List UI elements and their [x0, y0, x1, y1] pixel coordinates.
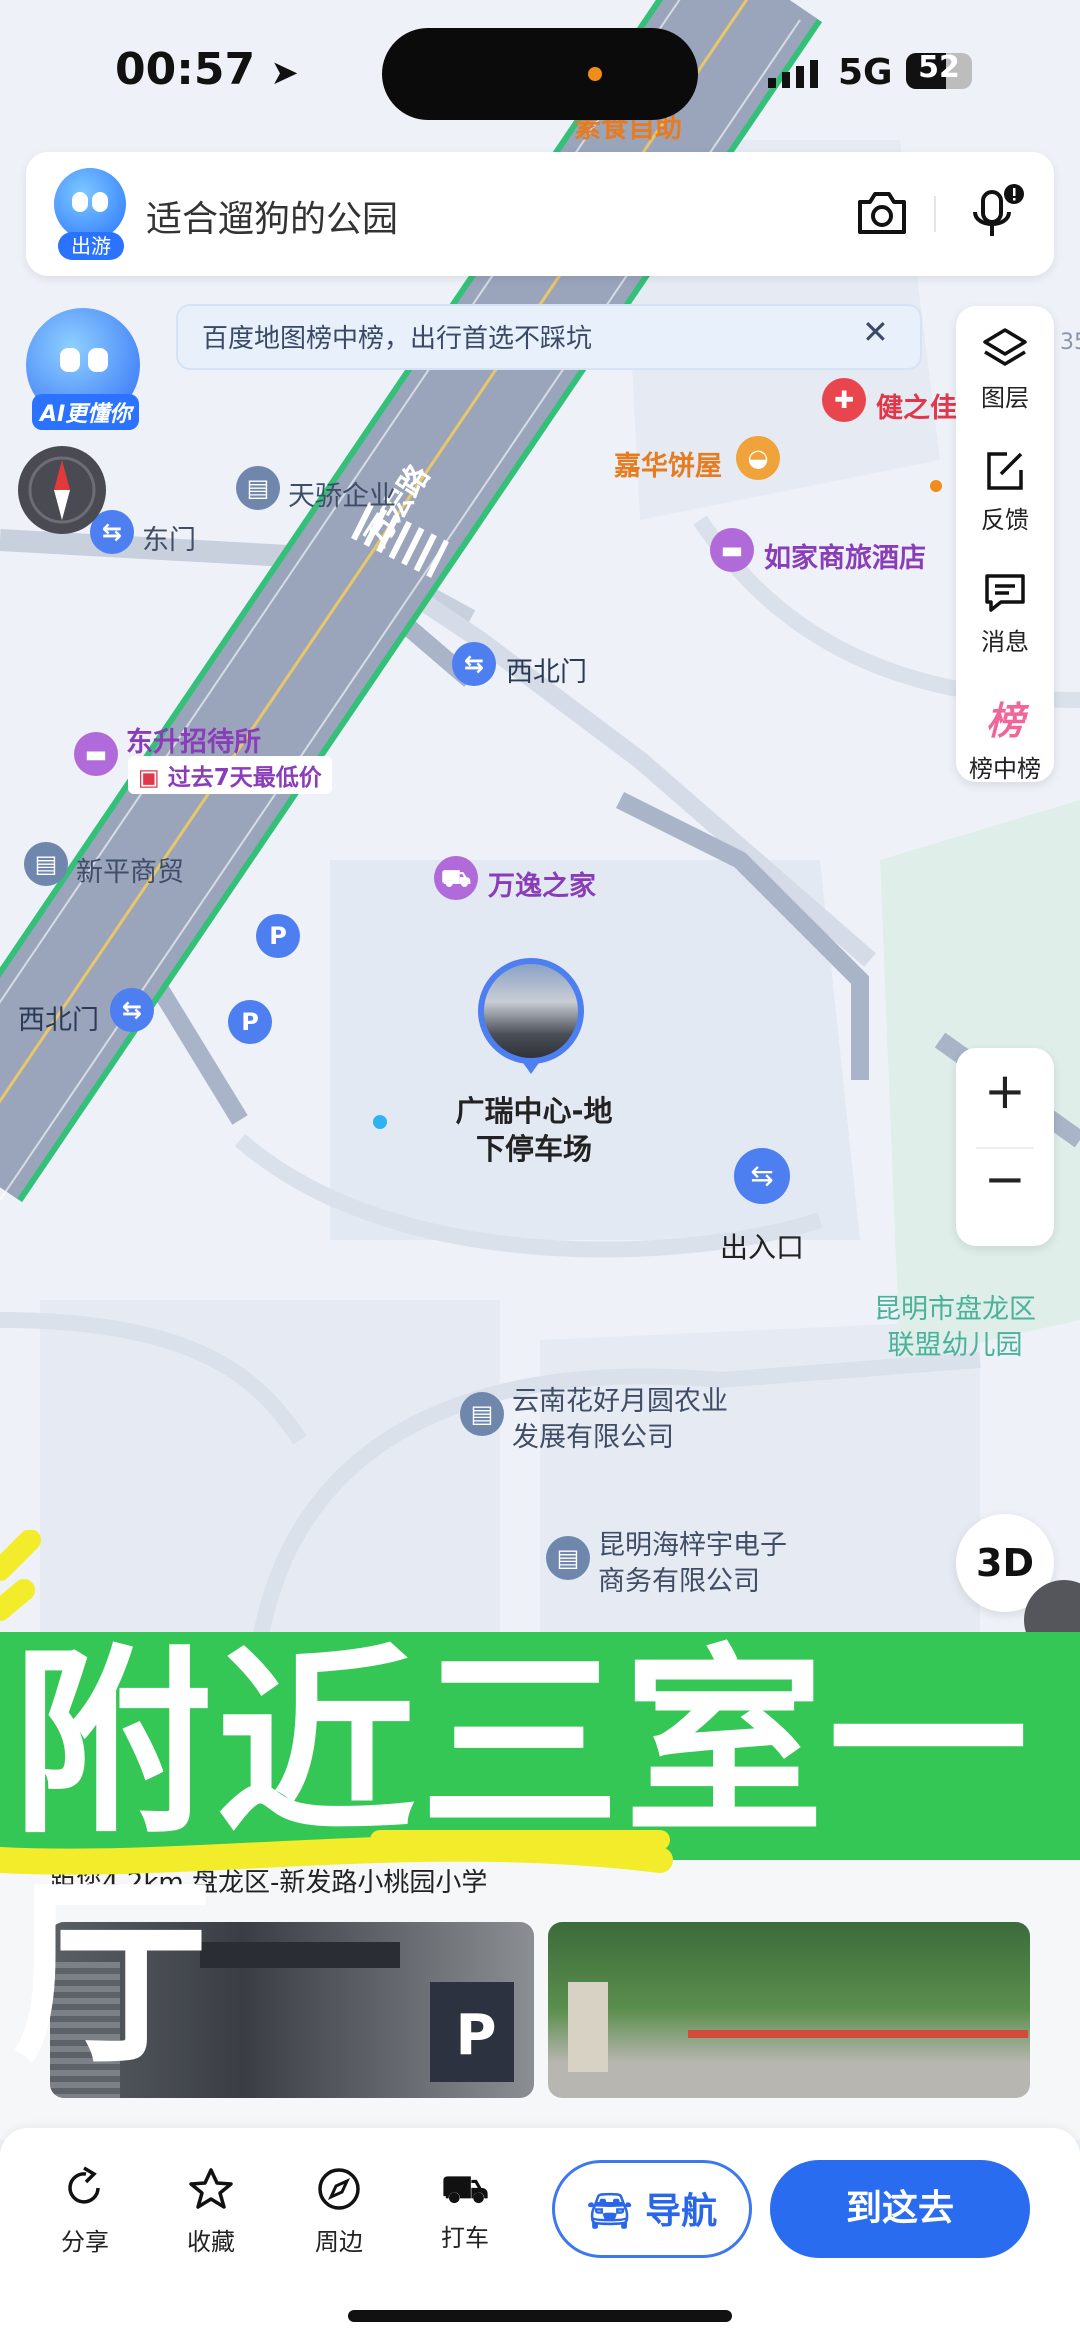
yunnan-line2: 发展有限公司 — [512, 1422, 674, 1453]
message-icon — [985, 574, 1025, 612]
navigate-label: 导航 — [645, 2191, 718, 2232]
travel-mascot-icon[interactable] — [54, 168, 126, 240]
poi-xinping[interactable]: 新平商贸 — [76, 850, 184, 889]
rankings-label: 榜中榜 — [969, 755, 1041, 783]
location-arrow-icon: ➤ — [270, 53, 299, 93]
status-time: 00:57 ➤ — [115, 44, 299, 95]
feedback-label: 反馈 — [981, 506, 1029, 534]
hotel-pin-icon[interactable]: ▬ — [710, 528, 754, 572]
favorite-label: 收藏 — [187, 2228, 235, 2256]
marker-tail — [521, 1060, 541, 1074]
rankings-button[interactable]: 榜 榜中榜 — [956, 690, 1054, 784]
selected-poi-name-line1: 广瑞中心-地 — [455, 1094, 613, 1128]
poi-kindergarten[interactable]: 昆明市盘龙区 联盟幼儿园 — [874, 1292, 1036, 1364]
notice-text: 百度地图榜中榜，出行首选不踩坑 — [202, 324, 593, 354]
kindergarten-line2: 联盟幼儿园 — [887, 1330, 1023, 1361]
layers-label: 图层 — [981, 384, 1029, 412]
selected-poi-label[interactable]: 广瑞中心-地 下停车场 — [446, 1092, 622, 1168]
selected-poi-name-line2: 下停车场 — [475, 1132, 592, 1166]
building-pin-icon[interactable]: ▤ — [236, 466, 280, 510]
ai-assistant-label[interactable]: AI更懂你 — [32, 394, 140, 430]
privacy-indicator — [588, 67, 602, 81]
yunnan-line1: 云南花好月圆农业 — [512, 1386, 728, 1417]
dynamic-island — [382, 28, 698, 120]
camera-icon[interactable] — [854, 188, 910, 238]
network-type: 5G — [838, 52, 893, 93]
compass-needle-icon — [28, 456, 96, 524]
selected-poi-photo — [484, 964, 578, 1058]
bakery-pin-icon[interactable]: ◒ — [736, 436, 780, 480]
zoom-divider — [976, 1147, 1034, 1149]
poi-jianzhijia[interactable]: 健之佳 — [876, 386, 957, 425]
navigate-button[interactable]: 🚘︎ 导航 — [552, 2160, 752, 2258]
car-icon: 🚘︎ — [586, 2191, 633, 2232]
battery-percent: 52 — [918, 50, 960, 85]
search-divider — [934, 196, 936, 232]
poi-right-edge[interactable]: 35 — [1060, 330, 1080, 355]
small-orange-dot — [930, 480, 942, 492]
poi-wanyi[interactable]: 万逸之家 — [488, 864, 596, 903]
entrance-pin-icon[interactable]: ⇆ — [734, 1148, 790, 1204]
home-indicator[interactable] — [348, 2310, 732, 2322]
poi-rujia[interactable]: 如家商旅酒店 — [764, 536, 926, 575]
building-pin-icon[interactable]: ▤ — [460, 1392, 504, 1436]
signal-icon — [768, 60, 818, 88]
travel-badge[interactable]: 出游 — [58, 232, 124, 260]
compass-button[interactable] — [18, 446, 106, 534]
poi-jiahua[interactable]: 嘉华饼屋 — [614, 444, 722, 483]
hotel-pin-icon[interactable]: ▬ — [74, 732, 118, 776]
parking-pin-icon[interactable]: P — [256, 914, 300, 958]
poi-xibeimen-2[interactable]: 西北门 — [18, 998, 99, 1037]
gate-pin-icon[interactable]: ⇆ — [110, 988, 154, 1032]
deal-text: 过去7天最低价 — [167, 765, 322, 791]
zoom-out-button[interactable]: − — [956, 1150, 1054, 1208]
poi-dongmen[interactable]: 东门 — [142, 518, 196, 557]
voice-mic-icon[interactable] — [970, 184, 1030, 244]
feedback-button[interactable]: 反馈 — [956, 448, 1054, 535]
kindergarten-line1: 昆明市盘龙区 — [874, 1294, 1036, 1325]
search-input[interactable]: 适合遛狗的公园 — [146, 190, 398, 242]
deal-tag[interactable]: ▣ 过去7天最低价 — [128, 756, 332, 794]
go-here-button[interactable]: 到这去 — [770, 2160, 1030, 2258]
taxi-label: 打车 — [441, 2224, 489, 2252]
zoom-in-button[interactable]: + — [956, 1062, 1054, 1120]
messages-button[interactable]: 消息 — [956, 570, 1054, 657]
selected-poi-marker[interactable] — [478, 958, 584, 1064]
layers-icon — [983, 328, 1027, 366]
rankings-icon: 榜 — [985, 699, 1024, 743]
nearby-label: 周边 — [315, 2228, 363, 2256]
pharmacy-pin-icon[interactable]: ✚ — [822, 378, 866, 422]
poi-dongsheng[interactable]: 东升招待所 — [126, 720, 261, 759]
taxi-button[interactable]: ⛟ 打车 — [420, 2166, 510, 2253]
messages-label: 消息 — [981, 628, 1029, 656]
gate-pin-icon[interactable]: ⇆ — [452, 642, 496, 686]
poi-yunnan[interactable]: 云南花好月圆农业 发展有限公司 — [512, 1384, 728, 1456]
gift-icon: ▣ — [138, 765, 160, 791]
edit-icon — [987, 452, 1023, 490]
yellow-scribble — [0, 1530, 673, 1875]
building-pin-icon[interactable]: ▤ — [24, 842, 68, 886]
share-icon — [68, 2166, 100, 2204]
layers-button[interactable]: 图层 — [956, 326, 1054, 413]
close-icon[interactable]: ✕ — [862, 313, 889, 351]
compass-icon — [318, 2168, 360, 2210]
poi-entrance[interactable]: 出入口 — [720, 1226, 804, 1266]
poi-xibeimen-1[interactable]: 西北门 — [506, 650, 587, 689]
share-label: 分享 — [61, 2228, 109, 2256]
favorite-button[interactable]: 收藏 — [166, 2166, 256, 2257]
poi-tianjiao[interactable]: 天骄企业 — [288, 474, 396, 513]
shop-pin-icon[interactable]: ⛟ — [434, 856, 478, 900]
parking-pin-icon[interactable]: P — [228, 1000, 272, 1044]
share-button[interactable]: 分享 — [40, 2166, 130, 2257]
taxi-icon: ⛟ — [441, 2167, 489, 2211]
star-icon — [189, 2168, 233, 2209]
nearby-button[interactable]: 周边 — [294, 2166, 384, 2257]
